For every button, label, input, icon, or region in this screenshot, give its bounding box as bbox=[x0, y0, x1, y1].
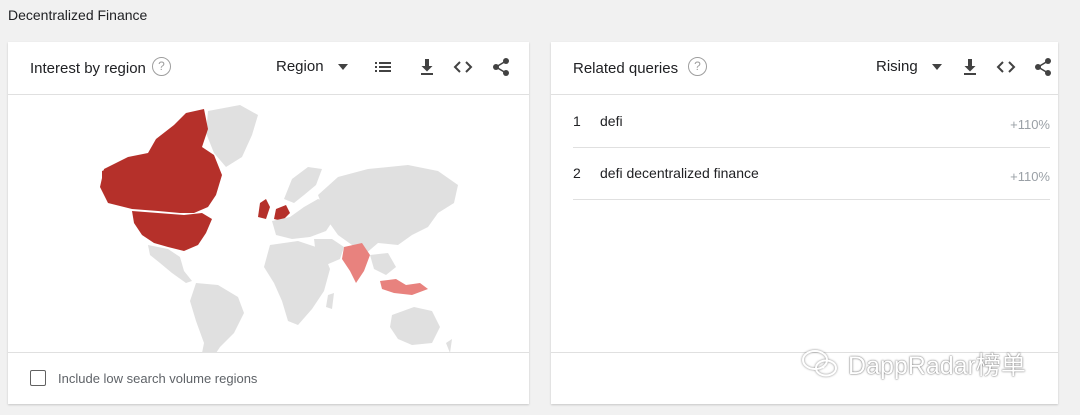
embed-icon[interactable] bbox=[452, 56, 474, 78]
region-india bbox=[342, 243, 370, 283]
region-madagascar bbox=[326, 293, 334, 309]
rising-dropdown[interactable]: Rising bbox=[876, 58, 942, 75]
region-asia bbox=[318, 165, 458, 255]
download-icon[interactable] bbox=[959, 56, 981, 78]
card-title: Related queries bbox=[573, 60, 679, 77]
region-dropdown[interactable]: Region bbox=[276, 58, 348, 75]
region-mexico bbox=[148, 245, 192, 283]
wechat-icon bbox=[802, 350, 837, 377]
region-canada bbox=[100, 109, 222, 213]
query-text: defi bbox=[600, 113, 623, 129]
dropdown-label: Region bbox=[276, 58, 324, 75]
low-volume-checkbox[interactable] bbox=[30, 370, 46, 386]
region-southeast-asia bbox=[370, 253, 396, 275]
region-united-states bbox=[132, 211, 212, 251]
embed-icon[interactable] bbox=[995, 56, 1017, 78]
region-south-america bbox=[190, 283, 244, 365]
region-australia bbox=[390, 307, 440, 345]
card-title: Interest by region bbox=[30, 60, 146, 77]
card-header: Interest by region ? Region bbox=[8, 42, 529, 95]
card-footer: Include low search volume regions bbox=[8, 352, 529, 404]
caret-down-icon bbox=[337, 63, 348, 70]
query-rank: 1 bbox=[573, 113, 581, 129]
query-text: defi decentralized finance bbox=[600, 165, 759, 181]
checkbox-label: Include low search volume regions bbox=[58, 371, 258, 386]
query-value: +110% bbox=[1010, 117, 1050, 132]
card-header: Related queries ? Rising bbox=[551, 42, 1058, 95]
share-icon[interactable] bbox=[490, 56, 512, 78]
region-africa bbox=[264, 241, 330, 325]
query-row[interactable]: 2 defi decentralized finance +110% bbox=[573, 147, 1050, 200]
download-icon[interactable] bbox=[416, 56, 438, 78]
region-scandinavia bbox=[284, 167, 322, 203]
query-value: +110% bbox=[1010, 169, 1050, 184]
dropdown-label: Rising bbox=[876, 58, 918, 75]
list-icon[interactable] bbox=[372, 56, 394, 78]
world-map[interactable] bbox=[8, 95, 529, 365]
region-united-kingdom bbox=[258, 199, 270, 219]
query-row[interactable]: 1 defi +110% bbox=[573, 95, 1050, 148]
page-title: Decentralized Finance bbox=[8, 7, 148, 23]
interest-by-region-card: Interest by region ? Region Include low … bbox=[8, 42, 529, 404]
help-icon[interactable]: ? bbox=[152, 57, 171, 76]
region-new-zealand bbox=[446, 339, 452, 353]
watermark: DappRadar榜单 bbox=[800, 346, 1026, 382]
watermark-text: DappRadar榜单 bbox=[848, 352, 1026, 380]
help-icon[interactable]: ? bbox=[688, 57, 707, 76]
caret-down-icon bbox=[931, 63, 942, 70]
query-rank: 2 bbox=[573, 165, 581, 181]
share-icon[interactable] bbox=[1032, 56, 1054, 78]
region-indonesia bbox=[380, 279, 428, 295]
